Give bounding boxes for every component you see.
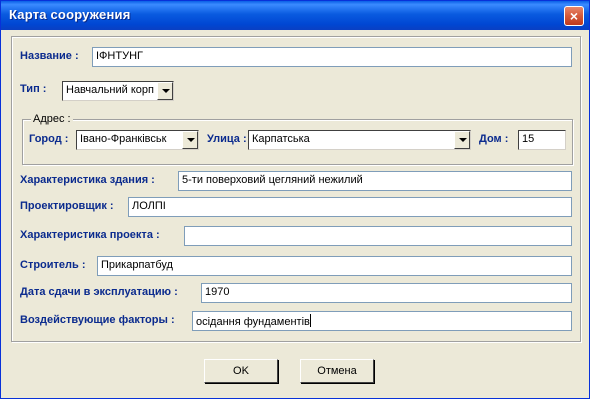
window-title: Карта сооружения <box>9 7 131 22</box>
house-value: 15 <box>522 133 535 145</box>
project-char-input[interactable] <box>184 226 572 246</box>
street-select[interactable]: Карпатська <box>248 130 471 150</box>
commission-date-label: Дата сдачи в эксплуатацию : <box>20 286 178 298</box>
type-value: Навчальний корп <box>66 84 154 96</box>
chevron-down-icon[interactable] <box>454 131 470 149</box>
commission-date-value: 1970 <box>205 286 230 298</box>
type-select[interactable]: Навчальний корп <box>62 81 174 101</box>
factors-label: Воздействующие факторы : <box>20 314 175 326</box>
chevron-down-icon[interactable] <box>182 131 198 149</box>
house-label: Дом : <box>479 133 509 145</box>
house-input[interactable]: 15 <box>518 130 566 150</box>
street-label: Улица : <box>207 133 247 145</box>
factors-input[interactable]: осідання фундаментів <box>192 311 572 331</box>
commission-date-input[interactable]: 1970 <box>201 283 572 303</box>
building-char-input[interactable]: 5-ти поверховий цегляний нежилий <box>178 171 572 191</box>
form-panel: Название : ІФНТУНГ Тип : Навчальний корп… <box>11 36 581 342</box>
title-bar[interactable]: Карта сооружения × <box>1 1 589 30</box>
building-char-value: 5-ти поверховий цегляний нежилий <box>182 174 363 186</box>
designer-input[interactable]: ЛОЛПІ <box>128 197 572 217</box>
name-value: ІФНТУНГ <box>96 50 143 62</box>
street-value: Карпатська <box>252 133 310 145</box>
designer-value: ЛОЛПІ <box>132 200 166 212</box>
builder-input[interactable]: Прикарпатбуд <box>97 256 572 276</box>
city-value: Івано-Франківськ <box>80 133 167 145</box>
name-input[interactable]: ІФНТУНГ <box>92 47 572 67</box>
name-label: Название : <box>20 50 79 62</box>
address-group: Адрес : Город : Івано-Франківськ Улица :… <box>22 113 573 165</box>
builder-label: Строитель : <box>20 259 86 271</box>
ok-button[interactable]: OK <box>204 359 278 383</box>
designer-label: Проектировщик : <box>20 200 114 212</box>
close-icon: × <box>569 8 579 24</box>
city-label: Город : <box>29 133 69 145</box>
city-select[interactable]: Івано-Франківськ <box>76 130 199 150</box>
project-char-label: Характеристика проекта : <box>20 229 160 241</box>
type-label: Тип : <box>20 83 47 95</box>
building-char-label: Характеристика здания : <box>20 174 155 186</box>
cancel-button[interactable]: Отмена <box>300 359 374 383</box>
text-cursor <box>309 314 311 327</box>
builder-value: Прикарпатбуд <box>101 259 173 271</box>
factors-value: осідання фундаментів <box>196 316 310 328</box>
dialog-window: Карта сооружения × Название : ІФНТУНГ Ти… <box>0 0 590 399</box>
close-button[interactable]: × <box>564 6 584 26</box>
address-legend: Адрес : <box>31 113 73 125</box>
chevron-down-icon[interactable] <box>157 82 173 100</box>
